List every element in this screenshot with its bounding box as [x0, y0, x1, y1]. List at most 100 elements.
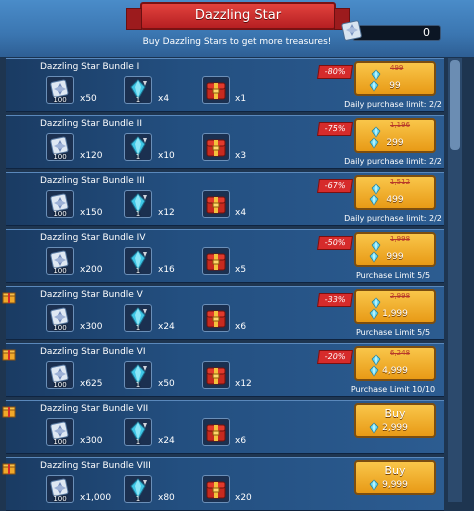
treasure-chest-item[interactable]: [202, 76, 230, 104]
dazzling-star-item[interactable]: 100: [46, 190, 74, 218]
dazzling-star-item[interactable]: 100: [46, 361, 74, 389]
sale-price: 299: [386, 138, 404, 148]
item-quantity: x24: [158, 322, 175, 332]
item-quantity: x200: [80, 265, 103, 275]
buy-button[interactable]: 1,196 299: [354, 118, 436, 153]
gem-item[interactable]: 1: [124, 475, 152, 503]
bundle-row: Dazzling Star Bundle IV 100 x200 1 x16 x5 1,9…: [6, 229, 444, 283]
item-quantity: x300: [80, 436, 103, 446]
gem-item[interactable]: 1: [124, 304, 152, 332]
bundle-row: Dazzling Star Bundle V 100 x300 1 x24 x6 2,99…: [2, 286, 444, 340]
item-quantity: x6: [235, 322, 247, 332]
buy-button[interactable]: Buy 9,999: [354, 460, 436, 495]
bundle-name: Dazzling Star Bundle II: [40, 119, 142, 129]
gift-badge-icon[interactable]: [2, 460, 16, 475]
purchase-limit: Daily purchase limit: 2/2: [344, 100, 442, 109]
treasure-chest-item[interactable]: [202, 247, 230, 275]
page-title: Dazzling Star: [126, 2, 350, 30]
discount-badge: -75%: [317, 122, 353, 136]
gift-badge-icon[interactable]: [2, 346, 16, 361]
discount-badge: -33%: [317, 293, 353, 307]
sale-price: 1,999: [382, 309, 408, 319]
gem-item[interactable]: 1: [124, 76, 152, 104]
sale-price: 4,999: [382, 366, 408, 376]
item-quantity: x300: [80, 322, 103, 332]
bundle-name: Dazzling Star Bundle VII: [40, 404, 149, 414]
buy-button[interactable]: 1,998 999: [354, 232, 436, 267]
purchase-limit: Purchase Limit 10/10: [350, 385, 436, 394]
item-stack-size: 1: [135, 267, 141, 275]
purchase-limit: Purchase Limit 5/5: [355, 328, 431, 337]
item-quantity: x3: [235, 151, 247, 161]
gem-item[interactable]: 1: [124, 247, 152, 275]
treasure-chest-item[interactable]: [202, 304, 230, 332]
dazzling-star-icon: [341, 20, 362, 41]
item-quantity: x120: [80, 151, 103, 161]
item-stack-size: 1: [135, 153, 141, 161]
item-quantity: x10: [158, 151, 175, 161]
discount-badge: -80%: [317, 65, 353, 79]
bundle-row: Dazzling Star Bundle II 100 x120 1 x10 x3 1,1…: [6, 115, 444, 169]
treasure-chest-item[interactable]: [202, 475, 230, 503]
dazzling-star-item[interactable]: 100: [46, 247, 74, 275]
treasure-chest-item[interactable]: [202, 361, 230, 389]
bundle-row: Dazzling Star Bundle VIII 100 x1,000 1 x80 x2…: [2, 457, 444, 511]
treasure-chest-item[interactable]: [202, 418, 230, 446]
item-quantity: x50: [158, 379, 175, 389]
dazzling-star-item[interactable]: 100: [46, 475, 74, 503]
original-price: 1,196: [390, 121, 411, 129]
gem-item[interactable]: 1: [124, 361, 152, 389]
buy-button[interactable]: Buy 2,999: [354, 403, 436, 438]
bundle-row: Dazzling Star Bundle I 100 x50 1 x4 x1 499 99…: [6, 58, 444, 112]
header-subtitle: Buy Dazzling Stars to get more treasures…: [142, 37, 332, 47]
purchase-limit: Daily purchase limit: 2/2: [344, 157, 442, 166]
item-stack-size: 1: [135, 210, 141, 218]
gift-badge-icon[interactable]: [2, 289, 16, 304]
purchase-limit: Purchase Limit 5/5: [355, 271, 431, 280]
sale-price: 499: [386, 195, 404, 205]
original-price: 2,998: [390, 292, 411, 300]
buy-button[interactable]: 499 99: [354, 61, 436, 96]
bundle-row: Dazzling Star Bundle VII 100 x300 1 x24 x6 Bu…: [2, 400, 444, 454]
treasure-chest-item[interactable]: [202, 190, 230, 218]
item-stack-size: 100: [53, 438, 67, 446]
item-stack-size: 1: [135, 324, 141, 332]
gift-badge-icon[interactable]: [2, 403, 16, 418]
bundle-name: Dazzling Star Bundle I: [40, 62, 140, 72]
sale-price: 2,999: [382, 423, 408, 433]
item-stack-size: 1: [135, 96, 141, 104]
discount-badge: -50%: [317, 236, 353, 250]
gem-item[interactable]: 1: [124, 190, 152, 218]
bundle-name: Dazzling Star Bundle VIII: [40, 461, 151, 471]
dazzling-star-item[interactable]: 100: [46, 418, 74, 446]
item-quantity: x5: [235, 265, 247, 275]
bundle-name: Dazzling Star Bundle IV: [40, 233, 146, 243]
item-quantity: x4: [235, 208, 247, 218]
dazzling-star-item[interactable]: 100: [46, 304, 74, 332]
discount-badge: -67%: [317, 179, 353, 193]
original-price: 6,248: [390, 349, 411, 357]
buy-button[interactable]: 1,512 499: [354, 175, 436, 210]
treasure-chest-item[interactable]: [202, 133, 230, 161]
bundle-row: Dazzling Star Bundle III 100 x150 1 x12 x4 1,…: [6, 172, 444, 226]
bundle-row: Dazzling Star Bundle VI 100 x625 1 x50 x12 6,…: [2, 343, 444, 397]
gem-item[interactable]: 1: [124, 418, 152, 446]
buy-button[interactable]: 2,998 1,999: [354, 289, 436, 324]
dazzling-star-item[interactable]: 100: [46, 133, 74, 161]
item-stack-size: 100: [53, 324, 67, 332]
purchase-limit: Daily purchase limit: 2/2: [344, 214, 442, 223]
item-quantity: x6: [235, 436, 247, 446]
dazzling-star-item[interactable]: 100: [46, 76, 74, 104]
original-price: 1,998: [390, 235, 411, 243]
item-quantity: x50: [80, 94, 97, 104]
buy-button[interactable]: 6,248 4,999: [354, 346, 436, 381]
scrollbar-thumb[interactable]: [450, 60, 460, 150]
item-quantity: x625: [80, 379, 103, 389]
gem-item[interactable]: 1: [124, 133, 152, 161]
original-price: 499: [390, 64, 404, 72]
bundle-name: Dazzling Star Bundle V: [40, 290, 143, 300]
bundle-name: Dazzling Star Bundle VI: [40, 347, 146, 357]
item-stack-size: 1: [135, 438, 141, 446]
item-quantity: x24: [158, 436, 175, 446]
item-quantity: x16: [158, 265, 175, 275]
